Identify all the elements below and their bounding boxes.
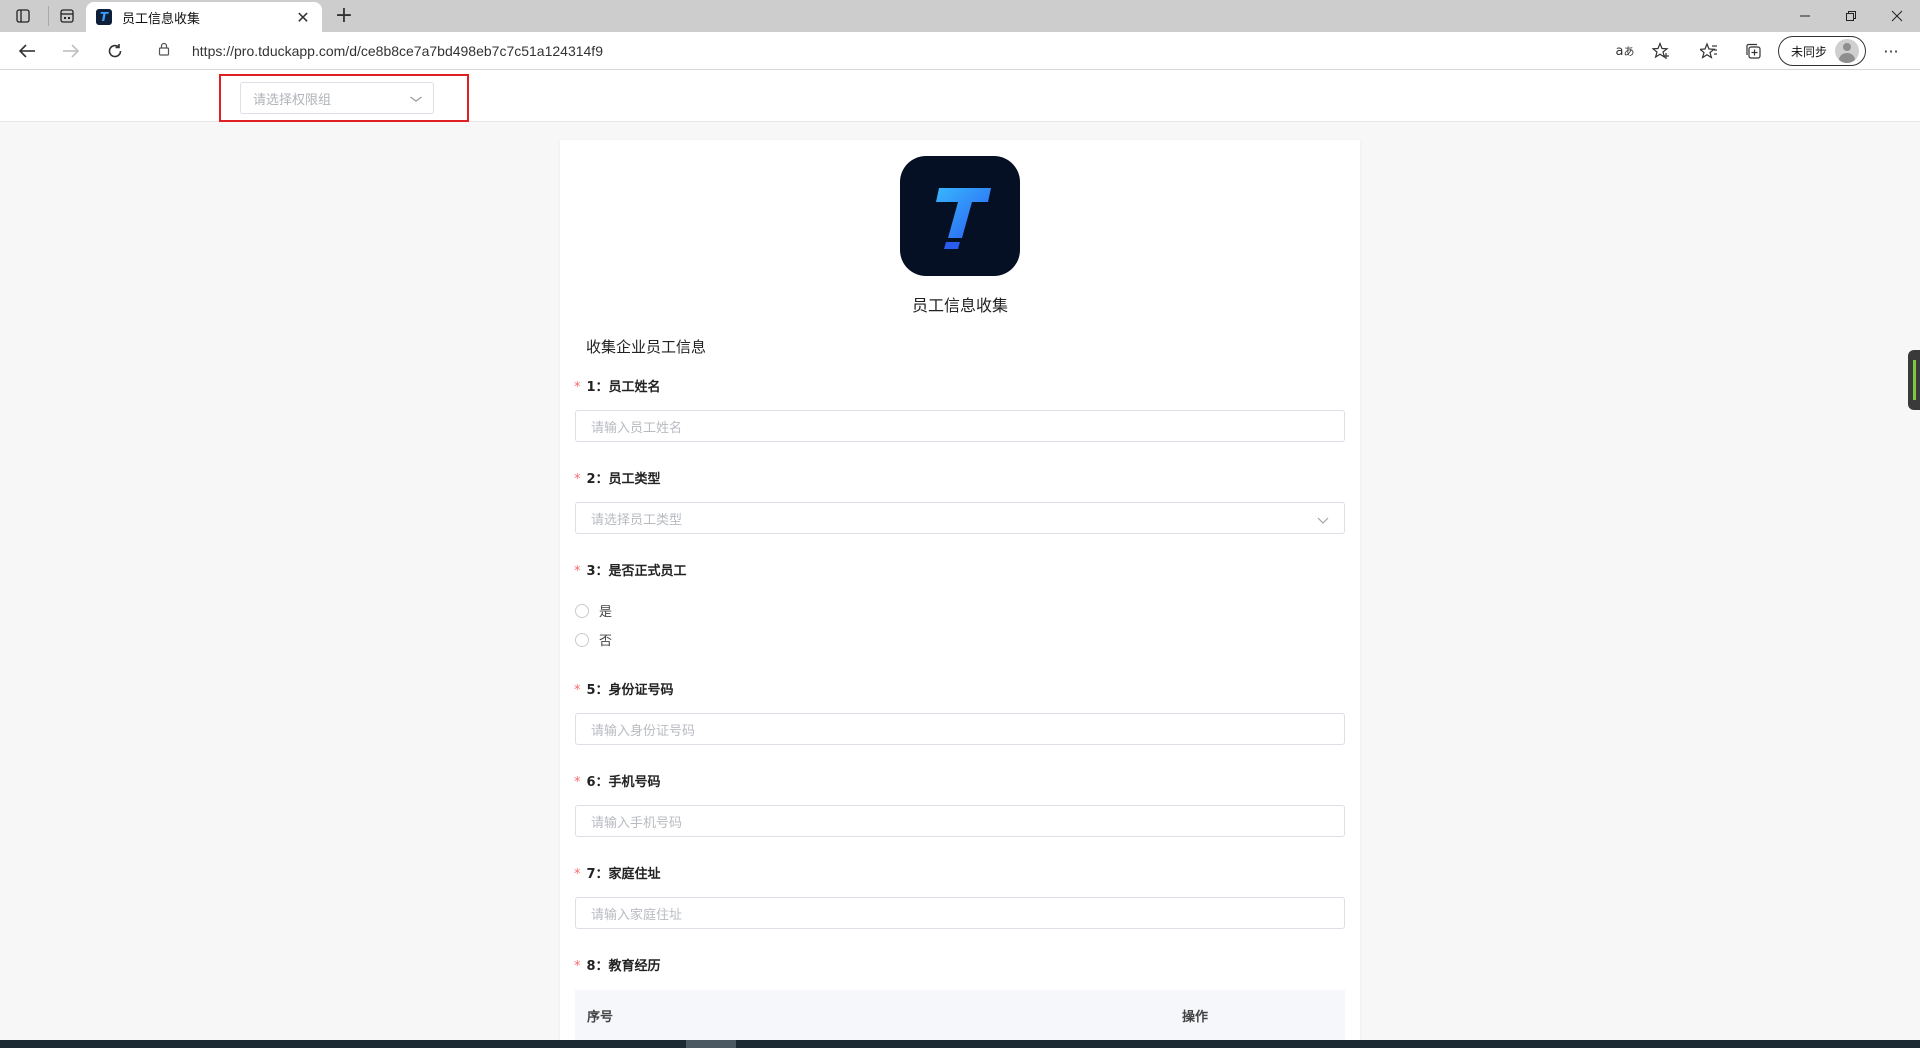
form-description: 收集企业员工信息 [586,338,707,356]
employee-type-select[interactable]: 请选择员工类型 [575,502,1345,534]
taskbar [0,1040,1920,1048]
collections-icon[interactable] [1738,37,1768,65]
question-label-employee-type: * 2：员工类型 [574,472,661,487]
forward-button[interactable] [56,37,86,65]
app-logo [900,156,1020,276]
restore-button[interactable] [1828,0,1874,32]
required-mark: * [574,683,581,698]
tab-actions-icon[interactable] [10,4,36,28]
sidebar-handle[interactable] [1908,350,1920,410]
forward-arrow-icon [63,44,80,58]
required-mark: * [574,564,581,579]
required-mark: * [574,380,581,395]
employee-name-placeholder: 请输入员工姓名 [591,420,683,436]
question-label-education: * 8：教育经历 [574,959,661,974]
tab-title: 员工信息收集 [122,11,201,27]
sidebar-layout-icon [16,9,30,23]
workspaces-icon[interactable] [54,4,80,28]
required-mark: * [574,959,581,974]
employee-name-input[interactable]: 请输入员工姓名 [575,410,1345,442]
new-tab-button[interactable]: + [330,2,358,30]
logo-t-icon [936,188,991,249]
address-placeholder: 请输入家庭住址 [591,907,683,923]
browser-toolbar: https://pro.tduckapp.com/d/ce8b8ce7a7bd4… [0,32,1920,70]
add-favorite-icon[interactable] [1646,37,1676,65]
more-menu-icon[interactable]: ··· [1876,37,1906,65]
minimize-icon [1800,15,1810,17]
radio-option-no[interactable]: 否 [575,630,612,649]
close-icon [1891,10,1903,22]
form-card: 员工信息收集 收集企业员工信息 * 1：员工姓名 请输入员工姓名 * 2：员工类型 … [560,140,1360,1040]
id-number-input[interactable]: 请输入身份证号码 [575,713,1345,745]
close-window-button[interactable] [1874,0,1920,32]
refresh-icon [108,44,122,58]
radio-circle[interactable] [575,632,589,647]
read-aloud-icon[interactable]: aあ [1610,37,1640,65]
address-input[interactable]: 请输入家庭住址 [575,897,1345,929]
employee-type-placeholder: 请选择员工类型 [591,512,683,528]
radio-circle[interactable] [575,603,589,618]
radio-label-yes: 是 [599,605,613,620]
question-label-phone: * 6：手机号码 [574,775,661,790]
tab-separator [48,6,49,26]
site-favicon-icon: T [96,9,112,25]
required-mark: * [574,867,581,882]
restore-icon [1846,11,1856,21]
avatar [1835,39,1860,63]
tab-active[interactable]: T 员工信息收集 ✕ [86,2,322,32]
page-header: 请选择权限组 [0,70,1920,122]
profile-sync-label: 未同步 [1791,44,1828,59]
refresh-button[interactable] [100,37,130,65]
permission-group-placeholder: 请选择权限组 [253,92,332,108]
chevron-down-icon [1317,509,1329,528]
question-label-address: * 7：家庭住址 [574,867,661,882]
column-header-actions: 操作 [1182,1009,1209,1025]
back-arrow-icon [18,44,35,58]
form-title: 员工信息收集 [911,296,1008,315]
chevron-down-icon [409,91,423,105]
education-table-header: 序号 操作 [575,990,1345,1040]
radio-option-yes[interactable]: 是 [575,601,612,620]
taskbar-active-item[interactable] [686,1040,736,1048]
column-header-index: 序号 [587,1009,614,1025]
browser-tab-bar: T 员工信息收集 ✕ + [0,0,1920,32]
question-label-id-number: * 5：身份证号码 [574,683,674,698]
phone-placeholder: 请输入手机号码 [591,815,683,831]
favorites-icon[interactable] [1694,37,1724,65]
profile-button[interactable]: 未同步 [1778,36,1866,66]
id-number-placeholder: 请输入身份证号码 [591,723,696,739]
lock-icon[interactable] [158,42,176,60]
permission-group-select[interactable]: 请选择权限组 [240,82,434,114]
address-bar[interactable]: https://pro.tduckapp.com/d/ce8b8ce7a7bd4… [144,36,1684,66]
minimize-button[interactable] [1782,0,1828,32]
question-label-employee-name: * 1：员工姓名 [574,380,661,395]
question-label-is-formal: * 3：是否正式员工 [574,564,687,579]
url-text[interactable]: https://pro.tduckapp.com/d/ce8b8ce7a7bd4… [192,43,603,59]
phone-input[interactable]: 请输入手机号码 [575,805,1345,837]
required-mark: * [574,472,581,487]
required-mark: * [574,775,581,790]
tab-close-icon[interactable]: ✕ [294,8,312,27]
back-button[interactable] [12,37,42,65]
radio-label-no: 否 [599,634,613,649]
